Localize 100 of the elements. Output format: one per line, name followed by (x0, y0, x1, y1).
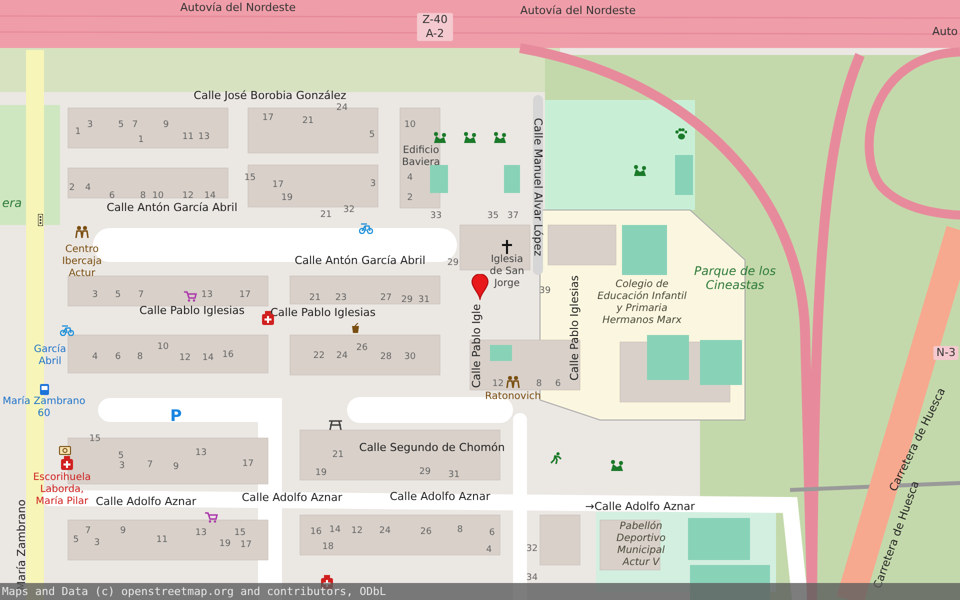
house-number: 3 (119, 461, 125, 471)
house-number: 4 (92, 352, 98, 362)
house-number: 16 (222, 350, 234, 360)
house-number: 32 (343, 205, 355, 215)
house-number: 15 (234, 528, 246, 538)
house-number: 9 (163, 120, 169, 130)
street-label: Calle Segundo de Chomón (359, 440, 505, 456)
house-number: 16 (310, 527, 322, 537)
house-number: 28 (380, 352, 392, 362)
house-number: 3 (94, 538, 100, 548)
house-number: 13 (195, 448, 207, 458)
house-number: 12 (182, 191, 194, 201)
house-number: 19 (281, 193, 293, 203)
house-number: 19 (315, 468, 327, 478)
bus-stop-label: García Abril (32, 344, 68, 368)
house-number: 6 (115, 352, 121, 362)
house-number: 8 (137, 352, 143, 362)
cup-icon (351, 323, 361, 333)
park-label: era (2, 196, 22, 210)
house-number: 17 (239, 290, 251, 300)
house-number: 29 (447, 258, 459, 268)
house-number: 12 (179, 353, 191, 363)
house-number: 13 (198, 132, 210, 142)
house-number: 7 (147, 460, 153, 470)
house-number: 7 (138, 290, 144, 300)
house-number: 13 (201, 290, 213, 300)
bicycle-icon (359, 222, 373, 234)
street-label: Calle Adolfo Aznar (242, 490, 342, 506)
park-label: Parque de los Cineastas (693, 264, 777, 292)
house-number: 13 (195, 528, 207, 538)
place-label: Colegio de Educación Infantil y Primaria Hermanos Marx (596, 279, 688, 327)
road-label: Autovía del Nordeste (520, 2, 636, 19)
picnic-table-icon (328, 420, 342, 430)
house-number: 10 (152, 191, 164, 201)
pool (430, 165, 448, 193)
road-label: Auto (932, 24, 958, 40)
house-number: 11 (182, 132, 194, 142)
house-number: 9 (173, 462, 179, 472)
road-label: Autovía del Nordeste (180, 0, 296, 16)
parking-label: P (170, 405, 182, 427)
street-label: Calle Antón García Abril (294, 252, 426, 269)
place-label: Pabellón Deportivo Municipal Actur V (615, 521, 667, 569)
playground-icon (610, 459, 624, 471)
house-number: 4 (486, 545, 492, 555)
house-number: 31 (448, 470, 460, 480)
bus-stop-label: María Zambrano 60 (2, 396, 86, 420)
first-aid-icon (61, 456, 73, 470)
traffic-light-icon (38, 214, 42, 226)
house-number: 32 (526, 544, 538, 554)
house-number: 24 (379, 526, 391, 536)
house-number: 17 (242, 459, 254, 469)
house-number: 27 (380, 293, 392, 303)
street-label: Calle Adolfo Aznar (390, 488, 490, 505)
people-icon (506, 376, 520, 388)
house-number: 11 (156, 535, 168, 545)
house-number: 19 (219, 539, 231, 549)
street-label: Calle Pablo Igle (468, 304, 484, 388)
house-number: 14 (329, 525, 341, 535)
house-number: 1 (138, 135, 144, 145)
house-number: 14 (202, 353, 214, 363)
street-label: Calle Pablo Iglesias (139, 302, 245, 319)
road-number-sign: Z-40 A-2 (417, 13, 453, 41)
playground-icon (463, 131, 477, 143)
house-number: 4 (407, 173, 413, 183)
house-number: 21 (302, 116, 314, 126)
house-number: 17 (262, 113, 274, 123)
house-number: 5 (118, 451, 124, 461)
house-number: 5 (369, 130, 375, 140)
house-number: 24 (336, 103, 348, 113)
running-person-icon (550, 452, 562, 464)
house-number: 29 (419, 467, 431, 477)
people-icon (75, 226, 89, 238)
house-number: 10 (157, 342, 169, 352)
playground-icon (493, 131, 507, 143)
house-number: 33 (430, 211, 442, 221)
house-number: 37 (507, 211, 519, 221)
building-label: Edificio Baviera (400, 145, 442, 169)
house-number: 21 (332, 450, 344, 460)
pool (504, 165, 520, 193)
place-label: Ratonovich (485, 391, 541, 403)
house-number: 34 (526, 573, 538, 583)
house-number: 8 (536, 379, 542, 389)
street-label: Calle Manuel Alvar López (530, 118, 546, 256)
house-number: 31 (418, 295, 430, 305)
house-number: 14 (204, 191, 216, 201)
house-number: 17 (272, 180, 284, 190)
place-label: Centro Ibercaja Actur (61, 244, 103, 280)
house-number: 2 (407, 193, 413, 203)
house-number: 12 (351, 526, 363, 536)
playground-icon (433, 131, 447, 143)
house-number: 23 (335, 293, 347, 303)
paw-icon (675, 128, 687, 140)
house-number: 5 (115, 290, 121, 300)
street-label: Calle Antón García Abril (106, 200, 238, 216)
street-label: Calle Pablo Iglesias (270, 304, 376, 321)
money-icon (59, 446, 71, 454)
house-number: 21 (309, 293, 321, 303)
house-number: 26 (356, 343, 368, 353)
house-number: 4 (85, 183, 91, 193)
building-label: Iglesia de San Jorge (488, 254, 526, 290)
